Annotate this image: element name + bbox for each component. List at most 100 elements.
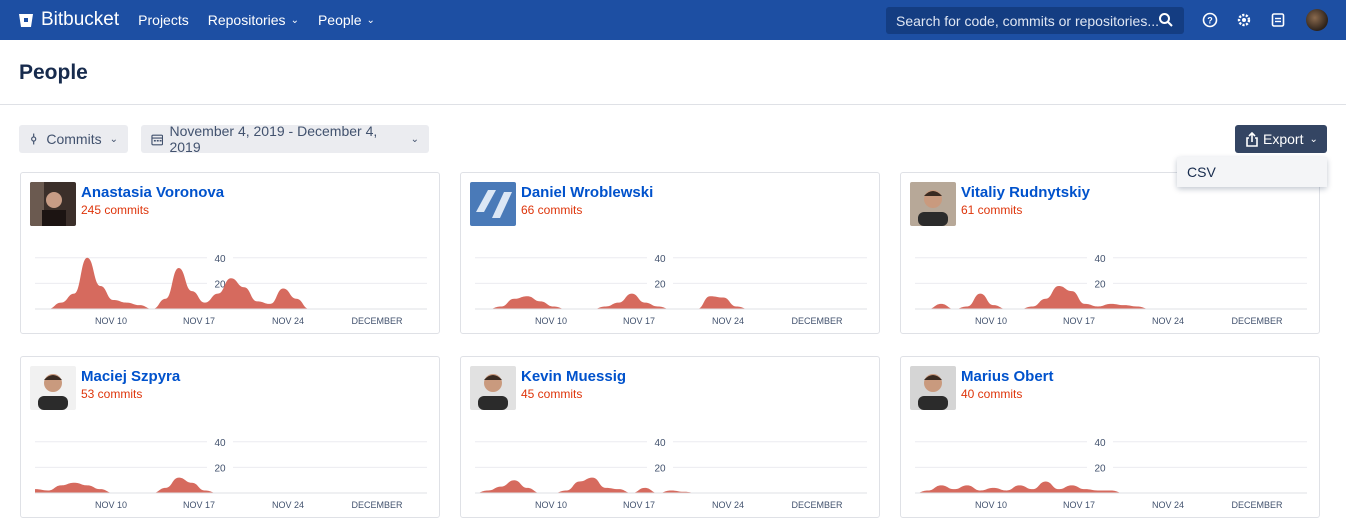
x-tick-label: DECEMBER (1231, 500, 1283, 510)
bitbucket-icon (19, 13, 33, 27)
commit-count: 245 commits (81, 203, 150, 217)
export-menu: CSV (1177, 157, 1327, 187)
y-tick-label: 40 (214, 254, 226, 265)
person-card: Marius Obert 40 commits 40 20 NOV 10 NOV 17 NO… (900, 356, 1320, 518)
nav-repositories[interactable]: Repositories ⌄ (208, 12, 299, 28)
avatar[interactable] (30, 366, 76, 410)
commit-count: 61 commits (961, 203, 1023, 217)
export-icon (1246, 131, 1258, 147)
x-tick-label: NOV 10 (95, 316, 127, 326)
commits-area-series (475, 477, 867, 493)
x-tick-label: NOV 17 (623, 316, 655, 326)
x-tick-label: NOV 24 (1152, 500, 1184, 510)
commit-count: 40 commits (961, 387, 1023, 401)
commits-area-series (915, 481, 1307, 493)
brand-name: Bitbucket (41, 9, 120, 30)
y-tick-label: 40 (1094, 254, 1106, 265)
person-name-link[interactable]: Marius Obert (961, 368, 1054, 385)
avatar[interactable] (910, 182, 956, 226)
bitbucket-logo[interactable]: Bitbucket (18, 9, 119, 31)
avatar[interactable] (470, 366, 516, 410)
x-tick-label: DECEMBER (351, 500, 403, 510)
user-avatar[interactable] (1306, 9, 1328, 31)
chevron-down-icon: ⌄ (109, 133, 118, 145)
y-tick-label: 40 (654, 438, 666, 449)
calendar-icon (151, 134, 164, 145)
person-name-link[interactable]: Vitaliy Rudnytskiy (961, 184, 1090, 201)
notes-icon[interactable] (1269, 11, 1287, 29)
nav-projects[interactable]: Projects (138, 12, 189, 28)
avatar[interactable] (470, 182, 516, 226)
x-tick-label: NOV 24 (712, 316, 744, 326)
x-tick-label: NOV 10 (975, 316, 1007, 326)
commit-count: 66 commits (521, 203, 583, 217)
x-tick-label: NOV 10 (95, 500, 127, 510)
x-tick-label: NOV 24 (1152, 316, 1184, 326)
metric-label: Commits (46, 131, 102, 147)
x-tick-label: DECEMBER (791, 500, 843, 510)
avatar[interactable] (30, 182, 76, 226)
x-tick-label: NOV 24 (272, 316, 304, 326)
person-card: Maciej Szpyra 53 commits 40 20 NOV 10 NOV 17 N… (20, 356, 440, 518)
y-tick-label: 20 (1094, 279, 1106, 290)
x-tick-label: NOV 17 (1063, 316, 1095, 326)
search-icon[interactable] (1158, 12, 1174, 28)
commits-area-chart: 40 20 NOV 10 NOV 17 NOV 24 DECEMBER (475, 251, 867, 326)
x-tick-label: NOV 24 (712, 500, 744, 510)
commit-count: 45 commits (521, 387, 583, 401)
commits-area-chart: 4020NOV 10 NOV 17 NOV 24 DECEMBER (35, 251, 427, 326)
y-tick-label: 40 (654, 254, 666, 265)
x-tick-label: NOV 17 (183, 316, 215, 326)
person-card: Daniel Wroblewski 66 commits 40 20 NOV 10 NOV… (460, 172, 880, 334)
x-tick-label: DECEMBER (1231, 316, 1283, 326)
search-input[interactable]: Search for code, commits or repositories… (886, 7, 1184, 34)
commit-count: 53 commits (81, 387, 143, 401)
y-tick-label: 40 (214, 438, 226, 449)
y-tick-label: 20 (654, 279, 666, 290)
chevron-down-icon: ⌄ (410, 133, 419, 145)
person-name-link[interactable]: Daniel Wroblewski (521, 184, 653, 201)
person-name-link[interactable]: Kevin Muessig (521, 368, 626, 385)
commits-area-chart: 40 20 NOV 10 NOV 17 NOV 24 DECEMBER (915, 435, 1307, 510)
commit-icon (31, 133, 37, 145)
chevron-down-icon: ⌄ (366, 14, 375, 26)
nav-people[interactable]: People ⌄ (318, 12, 375, 28)
svg-text:?: ? (1207, 16, 1213, 26)
commits-area-series (915, 285, 1307, 309)
help-icon[interactable]: ? (1201, 11, 1219, 29)
person-card: Anastasia Voronova 245 commits 40 20 NOV 10 N… (20, 172, 440, 334)
y-tick-label: 40 (1094, 438, 1106, 449)
commits-area-chart: 40 20 NOV 10 NOV 17 NOV 24 DECEMBER (915, 251, 1307, 326)
person-card: Vitaliy Rudnytskiy 61 commits 40 20 NOV 10 NO… (900, 172, 1320, 334)
x-tick-label: NOV 10 (535, 316, 567, 326)
x-tick-label: NOV 17 (623, 500, 655, 510)
menu-item-csv[interactable]: CSV (1177, 157, 1327, 187)
person-name-link[interactable]: Maciej Szpyra (81, 368, 180, 385)
chevron-down-icon: ⌄ (290, 14, 299, 26)
x-tick-label: DECEMBER (351, 316, 403, 326)
chevron-down-icon: ⌄ (1309, 133, 1318, 145)
y-tick-label: 20 (1094, 463, 1106, 474)
export-button[interactable]: Export ⌄ (1235, 125, 1327, 153)
avatar[interactable] (910, 366, 956, 410)
person-card: Kevin Muessig 45 commits 40 20 NOV 10 NOV 17 N… (460, 356, 880, 518)
commits-area-series (35, 477, 427, 493)
page-title: People (19, 61, 88, 84)
search-placeholder: Search for code, commits or repositories… (896, 12, 1159, 29)
top-navigation-bar: Bitbucket Projects Repositories ⌄ People… (0, 0, 1346, 40)
x-tick-label: NOV 17 (1063, 500, 1095, 510)
x-tick-label: NOV 17 (183, 500, 215, 510)
export-label: Export (1263, 131, 1304, 147)
x-tick-label: NOV 10 (535, 500, 567, 510)
x-tick-label: DECEMBER (791, 316, 843, 326)
person-name-link[interactable]: Anastasia Voronova (81, 184, 224, 201)
date-range-dropdown[interactable]: November 4, 2019 - December 4, 2019 ⌄ (141, 123, 429, 155)
settings-icon[interactable] (1235, 11, 1253, 29)
commits-area-chart: 40 20 NOV 10 NOV 17 NOV 24 DECEMBER (475, 435, 867, 510)
metric-dropdown[interactable]: Commits ⌄ (19, 125, 128, 153)
x-tick-label: NOV 24 (272, 500, 304, 510)
commits-area-series (475, 293, 867, 309)
y-tick-label: 20 (654, 463, 666, 474)
commits-area-chart: 4020NOV 10 NOV 17 NOV 24 DECEMBER (35, 435, 427, 510)
x-tick-label: NOV 10 (975, 500, 1007, 510)
